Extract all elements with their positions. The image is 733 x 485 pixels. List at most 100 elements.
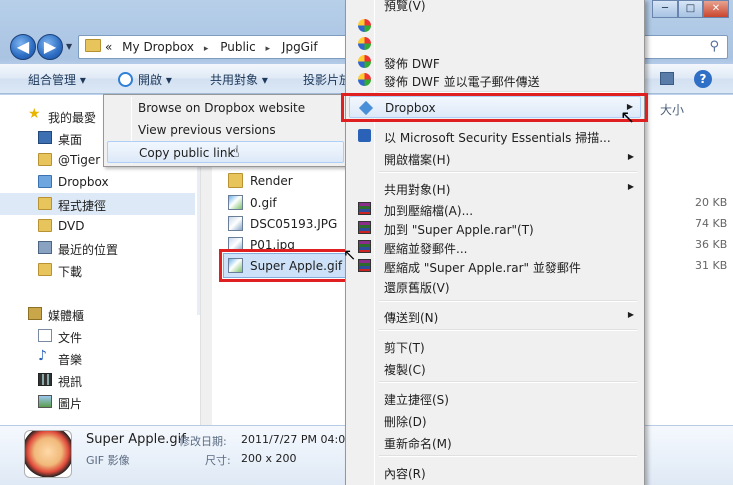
security-essentials-icon	[358, 129, 371, 142]
menu-item-delete[interactable]: 刪除(D)	[349, 409, 641, 431]
nav-item-recent-places[interactable]: 最近的位置	[0, 237, 195, 259]
breadcrumb-public[interactable]: Public	[220, 40, 256, 54]
menu-item-properties[interactable]: 內容(R)	[349, 461, 641, 483]
menu-item-compress-rar-and-email[interactable]: 壓縮成 "Super Apple.rar" 並發郵件	[349, 255, 641, 277]
nav-item-label: 文件	[58, 331, 83, 345]
menu-item-label: 共用對象(H)	[384, 183, 451, 197]
back-button[interactable]: ◀	[10, 34, 36, 60]
winrar-icon	[358, 240, 371, 253]
menu-item-label: Copy public link	[139, 146, 235, 160]
menu-item-send-to[interactable]: 傳送到(N) ▶	[349, 305, 641, 327]
close-button[interactable]: ✕	[703, 0, 729, 18]
nav-item-dvd[interactable]: DVD	[0, 215, 195, 237]
recent-pages-dropdown-icon[interactable]: ▼	[66, 42, 72, 51]
arrow-cursor-icon: ↖	[343, 245, 357, 264]
menu-separator	[379, 455, 637, 457]
menu-item-browse-dropbox-website[interactable]: Browse on Dropbox website	[107, 97, 344, 119]
menu-item-label: 重新命名(M)	[384, 437, 452, 451]
nav-item-label: 程式捷徑	[58, 199, 107, 213]
menu-item-create-shortcut[interactable]: 建立捷徑(S)	[349, 387, 641, 409]
context-menu: 預覽(V) 發佈 DWF 發佈 DWF 並以電子郵件傳送 Dropbox ▶ 以…	[345, 0, 645, 485]
menu-separator	[379, 381, 637, 383]
nav-item-label: 圖片	[58, 397, 83, 411]
menu-separator	[379, 171, 637, 173]
file-name: Render	[250, 174, 293, 188]
menu-item-view-previous-versions[interactable]: View previous versions	[107, 119, 344, 141]
dwf-icon	[358, 73, 371, 86]
slideshow-button[interactable]: 投影片放	[303, 71, 351, 88]
gif-image-icon	[228, 195, 243, 210]
breadcrumb: « My Dropbox ▸ Public ▸ JpgGif	[105, 40, 324, 54]
breadcrumb-jpggif[interactable]: JpgGif	[282, 40, 318, 54]
menu-item-publish-dwf-email[interactable]: 發佈 DWF 並以電子郵件傳送	[349, 69, 641, 91]
menu-item-label: 建立捷徑(S)	[384, 393, 449, 407]
details-modified-value: 2011/7/27 PM 04:0	[241, 433, 346, 446]
winrar-icon	[358, 221, 371, 234]
breadcrumb-separator-icon[interactable]: ▸	[204, 44, 209, 54]
file-size: 74 KB	[695, 217, 728, 230]
menu-item-restore-previous-versions[interactable]: 還原舊版(V)	[349, 275, 641, 297]
breadcrumb-separator-icon[interactable]: ▸	[266, 44, 271, 54]
nav-item-dropbox[interactable]: Dropbox	[0, 171, 195, 193]
annotation-highlight-box	[219, 249, 352, 282]
menu-item-cut[interactable]: 剪下(T)	[349, 335, 641, 357]
search-icon[interactable]: ⚲	[709, 39, 719, 54]
maximize-button[interactable]: □	[678, 0, 703, 18]
folder-icon	[85, 39, 101, 52]
star-icon: ★	[28, 106, 41, 122]
dwf-icon	[358, 55, 371, 68]
dropbox-submenu: Browse on Dropbox website View previous …	[103, 94, 348, 167]
nav-item-documents[interactable]: 文件	[0, 325, 195, 347]
details-dimensions-value: 200 x 200	[241, 452, 297, 465]
menu-item-open-with[interactable]: 開啟檔案(H) ▶	[349, 147, 641, 169]
file-size: 36 KB	[695, 238, 728, 251]
winrar-icon	[358, 202, 371, 215]
menu-item-label: 還原舊版(V)	[384, 281, 450, 295]
menu-item-label: 預覽(V)	[384, 0, 426, 13]
documents-icon	[38, 329, 52, 342]
details-dimensions-label: 尺寸:	[205, 454, 231, 467]
file-name: 0.gif	[250, 196, 277, 210]
folder-icon	[38, 153, 52, 166]
window-controls: ─ □ ✕	[652, 0, 729, 18]
nav-item-label: DVD	[58, 219, 85, 233]
file-size: 31 KB	[695, 259, 728, 272]
change-view-icon[interactable]	[660, 72, 674, 85]
nav-item-libraries[interactable]: 媒體櫃	[0, 303, 195, 325]
menu-item-preview[interactable]: 預覽(V)	[349, 0, 641, 15]
folder-icon	[228, 173, 243, 188]
organize-button[interactable]: 組合管理 ▾	[28, 71, 86, 88]
menu-item-copy-public-link[interactable]: Copy public link	[107, 141, 344, 163]
minimize-button[interactable]: ─	[652, 0, 678, 18]
menu-item-share-with[interactable]: 共用對象(H) ▶	[349, 177, 641, 199]
winrar-icon	[358, 259, 371, 272]
nav-item-music[interactable]: ♪ 音樂	[0, 347, 195, 369]
nav-item-program-shortcuts[interactable]: 程式捷徑	[0, 193, 195, 215]
open-button[interactable]: 開啟 ▾	[138, 71, 172, 88]
menu-separator	[379, 300, 637, 302]
nav-item-downloads[interactable]: 下載	[0, 259, 195, 281]
help-button[interactable]: ?	[694, 70, 712, 88]
forward-button[interactable]: ▶	[37, 34, 63, 60]
file-size: 20 KB	[695, 196, 728, 209]
arrow-cursor-icon: ↖	[620, 107, 636, 128]
nav-item-videos[interactable]: 視訊	[0, 369, 195, 391]
menu-item-rename[interactable]: 重新命名(M)	[349, 431, 641, 453]
recent-places-icon	[38, 241, 52, 254]
nav-item-pictures[interactable]: 圖片	[0, 391, 195, 413]
menu-item-scan-mse[interactable]: 以 Microsoft Security Essentials 掃描...	[349, 125, 641, 147]
breadcrumb-my-dropbox[interactable]: My Dropbox	[122, 40, 194, 54]
nav-item-label: Dropbox	[58, 175, 109, 189]
share-with-button[interactable]: 共用對象 ▾	[210, 71, 268, 88]
size-column-header[interactable]: 大小	[660, 101, 684, 118]
hand-pointer-cursor-icon: ☝	[230, 142, 240, 161]
menu-item-label: Browse on Dropbox website	[138, 101, 306, 115]
nav-item-label: 桌面	[58, 133, 83, 147]
downloads-folder-icon	[38, 263, 52, 276]
file-thumbnail	[24, 430, 72, 478]
breadcrumb-overflow[interactable]: «	[105, 40, 112, 54]
details-file-name: Super Apple.gif	[86, 432, 186, 447]
jpg-image-icon	[228, 216, 243, 231]
menu-item-label: 開啟檔案(H)	[384, 153, 451, 167]
menu-item-copy[interactable]: 複製(C)	[349, 357, 641, 379]
